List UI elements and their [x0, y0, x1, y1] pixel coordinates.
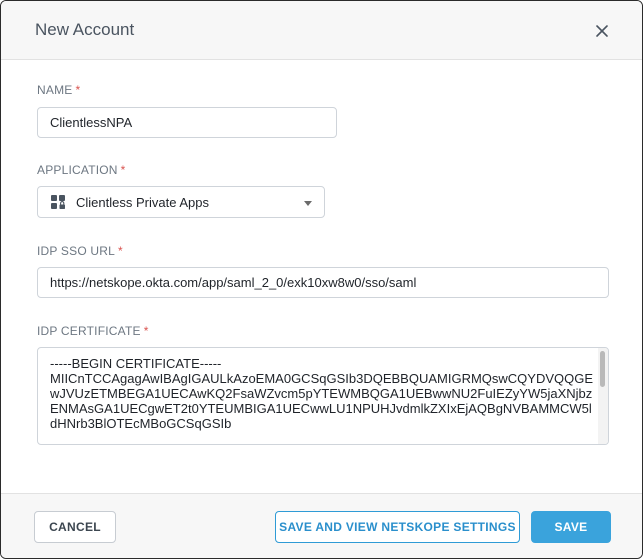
application-label: APPLICATION *: [37, 163, 126, 177]
idp-sso-url-label: IDP SSO URL *: [37, 244, 123, 258]
cancel-button[interactable]: CANCEL: [34, 511, 116, 543]
idp-sso-url-input[interactable]: https://netskope.okta.com/app/saml_2_0/e…: [37, 267, 609, 298]
idp-certificate-label: IDP CERTIFICATE *: [37, 324, 149, 338]
dialog-title: New Account: [35, 20, 135, 39]
dialog-footer: CANCEL SAVE AND VIEW NETSKOPE SETTINGS S…: [1, 493, 642, 558]
required-mark: *: [143, 324, 149, 338]
required-mark: *: [118, 244, 123, 258]
name-label-text: NAME: [37, 83, 73, 97]
save-and-view-settings-button[interactable]: SAVE AND VIEW NETSKOPE SETTINGS: [275, 511, 520, 543]
name-label: NAME *: [37, 83, 80, 97]
idp-sso-url-label-text: IDP SSO URL: [37, 244, 116, 258]
close-icon[interactable]: [591, 20, 613, 42]
certificate-scrollbar[interactable]: [598, 348, 608, 444]
new-account-dialog: New Account NAME * ClientlessNPA APPLICAT…: [0, 0, 643, 559]
application-select-value: Clientless Private Apps: [76, 194, 209, 210]
idp-sso-url-value: https://netskope.okta.com/app/saml_2_0/e…: [50, 275, 417, 290]
required-mark: *: [75, 83, 81, 97]
name-input[interactable]: ClientlessNPA: [37, 107, 337, 138]
application-select[interactable]: Clientless Private Apps: [37, 186, 325, 218]
save-button[interactable]: SAVE: [531, 511, 611, 543]
dialog-header: New Account: [1, 1, 642, 60]
required-mark: *: [120, 163, 126, 177]
application-label-text: APPLICATION: [37, 163, 118, 177]
private-apps-icon: [50, 194, 66, 210]
idp-certificate-value: -----BEGIN CERTIFICATE----- MIICnTCCAgag…: [50, 356, 594, 431]
idp-certificate-label-text: IDP CERTIFICATE: [37, 324, 141, 338]
scrollbar-thumb[interactable]: [600, 351, 605, 387]
idp-certificate-textarea[interactable]: -----BEGIN CERTIFICATE----- MIICnTCCAgag…: [37, 347, 609, 445]
name-input-value: ClientlessNPA: [50, 115, 133, 130]
chevron-down-icon: [304, 201, 312, 206]
